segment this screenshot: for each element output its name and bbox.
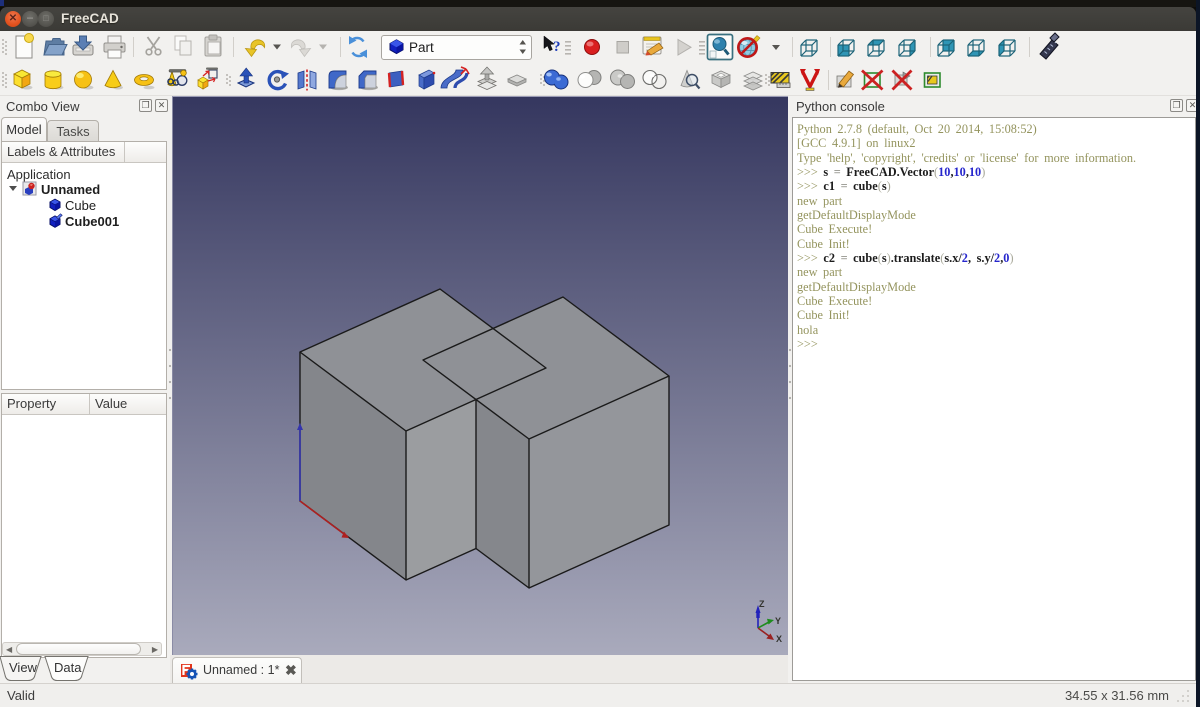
svg-text:Z: Z [759, 599, 765, 609]
svg-text:X: X [776, 634, 782, 644]
svg-text:Y: Y [775, 616, 781, 626]
svg-text:Data: Data [54, 660, 82, 675]
svg-text:Part: Part [409, 40, 434, 55]
svg-text:View: View [9, 660, 38, 675]
svg-text:?: ? [553, 39, 561, 55]
